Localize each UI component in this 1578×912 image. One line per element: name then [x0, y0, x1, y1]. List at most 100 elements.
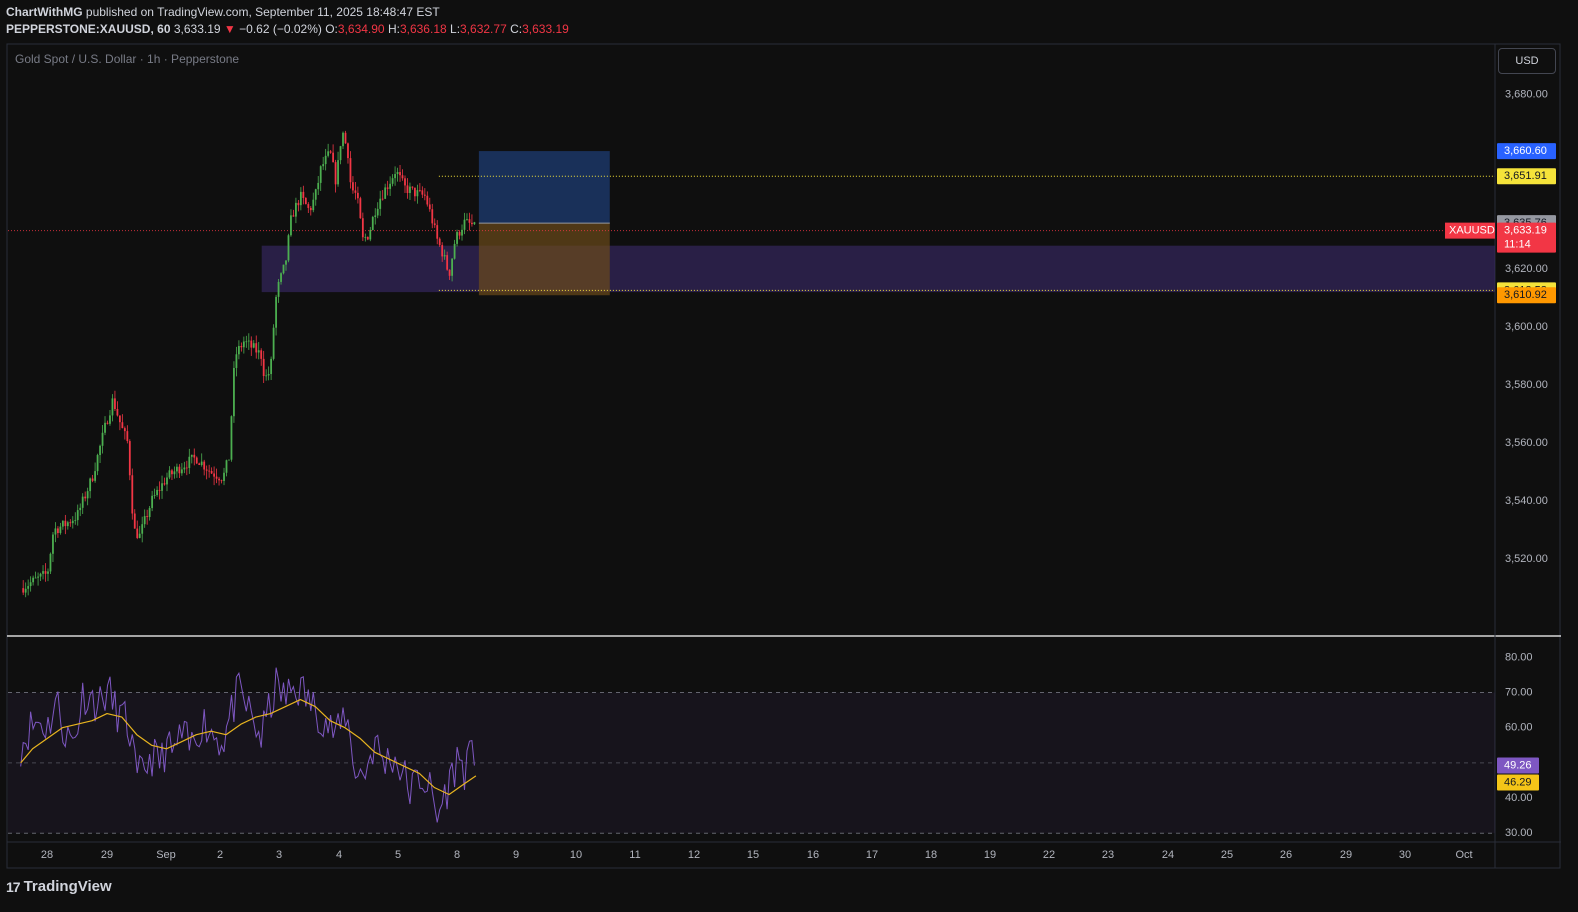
candle-body	[359, 198, 362, 219]
candle-body	[391, 178, 394, 184]
candle-body	[277, 281, 280, 297]
candle-body	[151, 495, 154, 509]
candle-body	[168, 470, 171, 478]
candle-body	[203, 461, 206, 470]
time-tick-label: 12	[688, 849, 700, 861]
candle-body	[200, 461, 203, 465]
candle-body	[453, 243, 456, 259]
candle-body	[230, 416, 233, 460]
candle-body	[282, 264, 285, 274]
candles-group	[22, 130, 476, 598]
candle-body	[339, 146, 342, 161]
high-label: H:	[387, 22, 400, 36]
low-label: L:	[450, 22, 461, 36]
candle-body	[461, 229, 463, 236]
candle-body	[270, 358, 273, 375]
candle-body	[448, 269, 451, 276]
candle-body	[245, 341, 248, 343]
candle-body	[223, 472, 225, 481]
time-tick-label: 19	[984, 849, 996, 861]
candle-body	[218, 478, 220, 481]
candle-body	[66, 522, 69, 527]
candle-body	[59, 526, 62, 534]
candle-body	[426, 195, 429, 205]
candle-body	[473, 222, 476, 225]
candle-body	[418, 190, 421, 191]
candle-body	[153, 495, 156, 496]
candle-body	[123, 428, 126, 432]
candle-body	[52, 534, 54, 554]
candle-body	[71, 520, 74, 524]
candle-body	[104, 422, 106, 433]
candle-body	[213, 473, 215, 477]
candle-body	[260, 350, 263, 359]
publish-line: ChartWithMG published on TradingView.com…	[6, 5, 440, 19]
candle-body	[285, 260, 287, 265]
candle-body	[44, 571, 47, 574]
candle-body	[188, 456, 191, 468]
candle-body	[267, 374, 270, 376]
candle-body	[411, 186, 414, 188]
time-tick-label: 18	[925, 849, 937, 861]
close-value: 3,633.19	[522, 22, 569, 36]
time-tick-label: 17	[866, 849, 878, 861]
candle-body	[295, 202, 297, 217]
time-tick-label: Sep	[156, 849, 176, 861]
candle-body	[173, 471, 176, 475]
candle-body	[314, 189, 317, 200]
candle-body	[312, 199, 315, 211]
candle-body	[91, 478, 94, 481]
candle-body	[220, 480, 223, 482]
candle-body	[163, 483, 166, 485]
candle-body	[376, 208, 379, 216]
tradingview-logo[interactable]: 17 TradingView	[6, 878, 112, 895]
price-tick-label: 3,520.00	[1505, 553, 1548, 565]
candle-body	[47, 571, 49, 574]
candle-body	[399, 172, 401, 176]
candle-body	[414, 187, 416, 197]
tradingview-mark-icon: 17	[6, 878, 21, 895]
candle-body	[463, 219, 466, 230]
candle-body	[438, 238, 441, 246]
candle-body	[101, 432, 104, 446]
candle-body	[185, 467, 188, 469]
candle-body	[364, 236, 367, 238]
candle-body	[79, 507, 82, 511]
candle-body	[401, 175, 404, 179]
candle-body	[451, 258, 453, 276]
candle-body	[337, 160, 339, 185]
candle-body	[456, 232, 458, 244]
candle-body	[42, 571, 44, 574]
candle-body	[409, 186, 411, 194]
candle-body	[190, 454, 193, 457]
candle-body	[215, 476, 218, 479]
candle-body	[466, 219, 468, 220]
candle-body	[84, 496, 87, 499]
candle-body	[290, 215, 292, 236]
candle-body	[342, 132, 344, 147]
low-value: 3,632.77	[460, 22, 507, 36]
candle-body	[242, 341, 245, 348]
candle-body	[292, 215, 295, 217]
candle-body	[76, 510, 79, 521]
time-tick-label: 22	[1043, 849, 1055, 861]
candle-body	[233, 367, 235, 417]
symbol-label[interactable]: PEPPERSTONE:XAUUSD, 60	[6, 22, 171, 36]
rsi-value-label-0: 49.26	[1504, 759, 1532, 771]
candle-body	[275, 296, 277, 328]
candle-body	[384, 187, 387, 199]
candle-body	[446, 255, 449, 270]
candle-body	[128, 441, 131, 476]
author-name[interactable]: ChartWithMG	[6, 5, 83, 19]
candle-body	[406, 185, 409, 194]
candle-body	[349, 158, 352, 183]
candle-body	[171, 470, 173, 475]
candle-body	[433, 223, 436, 226]
candle-body	[131, 475, 134, 514]
time-tick-label: 23	[1102, 849, 1114, 861]
currency-button[interactable]: USD	[1498, 48, 1556, 74]
candle-body	[121, 422, 124, 429]
candle-body	[237, 346, 240, 355]
chart-canvas[interactable]: Gold Spot / U.S. Dollar · 1h · Peppersto…	[0, 0, 1578, 912]
candle-body	[423, 194, 426, 196]
